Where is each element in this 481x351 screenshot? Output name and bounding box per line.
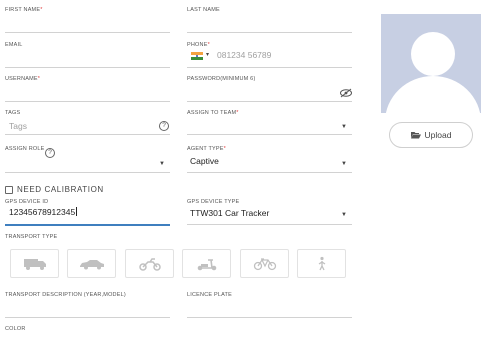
agent-type-label: AGENT TYPE* bbox=[187, 146, 226, 152]
password-input[interactable] bbox=[187, 101, 352, 102]
car-icon bbox=[79, 259, 104, 269]
tags-help-icon[interactable]: ? bbox=[159, 121, 169, 131]
username-input[interactable] bbox=[5, 101, 170, 102]
phone-input[interactable]: 081234 56789 bbox=[217, 50, 271, 60]
tags-label: TAGS bbox=[5, 110, 21, 116]
chevron-down-icon: ▼ bbox=[341, 212, 347, 218]
chevron-down-icon: ▼ bbox=[159, 161, 165, 167]
tags-input[interactable]: Tags bbox=[9, 121, 27, 131]
tags-underline bbox=[5, 134, 170, 135]
assign-role-help-icon[interactable]: ? bbox=[45, 148, 55, 158]
chevron-down-icon: ▼ bbox=[341, 124, 347, 130]
country-caret-icon: ▾ bbox=[206, 52, 210, 58]
assign-role-label: ASSIGN ROLE bbox=[5, 146, 45, 152]
assign-role-underline bbox=[5, 172, 170, 173]
chevron-down-icon: ▼ bbox=[341, 161, 347, 167]
phone-label: PHONE* bbox=[187, 42, 210, 48]
transport-scooter-option[interactable] bbox=[182, 249, 231, 278]
username-label: USERNAME* bbox=[5, 76, 41, 82]
agent-type-value: Captive bbox=[190, 156, 219, 166]
assign-to-team-underline bbox=[187, 134, 352, 135]
need-calibration-label: NEED CALIBRATION bbox=[17, 185, 104, 194]
last-name-label: LAST NAME bbox=[187, 7, 220, 13]
gps-device-id-input[interactable]: 12345678912345 bbox=[9, 207, 78, 217]
licence-plate-label: LICENCE PLATE bbox=[187, 292, 232, 298]
scooter-icon bbox=[197, 258, 216, 270]
transport-walking-option[interactable] bbox=[297, 249, 346, 278]
bicycle-icon bbox=[253, 257, 276, 270]
upload-button[interactable]: Upload bbox=[389, 122, 473, 148]
folder-open-icon bbox=[410, 132, 421, 139]
truck-icon bbox=[23, 258, 46, 270]
transport-bicycle-option[interactable] bbox=[240, 249, 289, 278]
agent-type-underline bbox=[187, 172, 352, 173]
flag-india-icon bbox=[191, 52, 203, 60]
password-label: PASSWORD(MINIMUM 6) bbox=[187, 76, 256, 82]
transport-description-input[interactable] bbox=[5, 317, 170, 318]
gps-device-id-underline bbox=[5, 224, 170, 226]
assign-to-team-label: ASSIGN TO TEAM* bbox=[187, 110, 239, 116]
gps-device-id-label: GPS DEVICE ID bbox=[5, 199, 49, 205]
email-label: EMAIL bbox=[5, 42, 23, 48]
transport-motorcycle-option[interactable] bbox=[125, 249, 174, 278]
transport-car-option[interactable] bbox=[67, 249, 116, 278]
country-selector[interactable]: ▾ bbox=[191, 52, 213, 61]
color-label: COLOR bbox=[5, 326, 26, 332]
first-name-label: FIRST NAME* bbox=[5, 7, 43, 13]
transport-truck-option[interactable] bbox=[10, 249, 59, 278]
last-name-input[interactable] bbox=[187, 32, 352, 33]
gps-device-type-label: GPS DEVICE TYPE bbox=[187, 199, 240, 205]
default-avatar-icon bbox=[385, 32, 481, 113]
transport-description-label: TRANSPORT DESCRIPTION (YEAR,MODEL) bbox=[5, 292, 126, 298]
gps-device-type-value: TTW301 Car Tracker bbox=[190, 208, 270, 218]
phone-underline bbox=[187, 67, 352, 68]
upload-label: Upload bbox=[424, 130, 452, 140]
gps-device-type-underline bbox=[187, 224, 352, 225]
transport-type-label: TRANSPORT TYPE bbox=[5, 234, 58, 240]
checkbox-box[interactable] bbox=[5, 186, 13, 194]
email-input[interactable] bbox=[5, 67, 170, 68]
eye-slash-icon[interactable] bbox=[339, 85, 353, 98]
avatar bbox=[381, 14, 481, 113]
motorcycle-icon bbox=[138, 257, 161, 271]
first-name-input[interactable] bbox=[5, 32, 170, 33]
walking-person-icon bbox=[318, 256, 325, 270]
licence-plate-input[interactable] bbox=[187, 317, 352, 318]
